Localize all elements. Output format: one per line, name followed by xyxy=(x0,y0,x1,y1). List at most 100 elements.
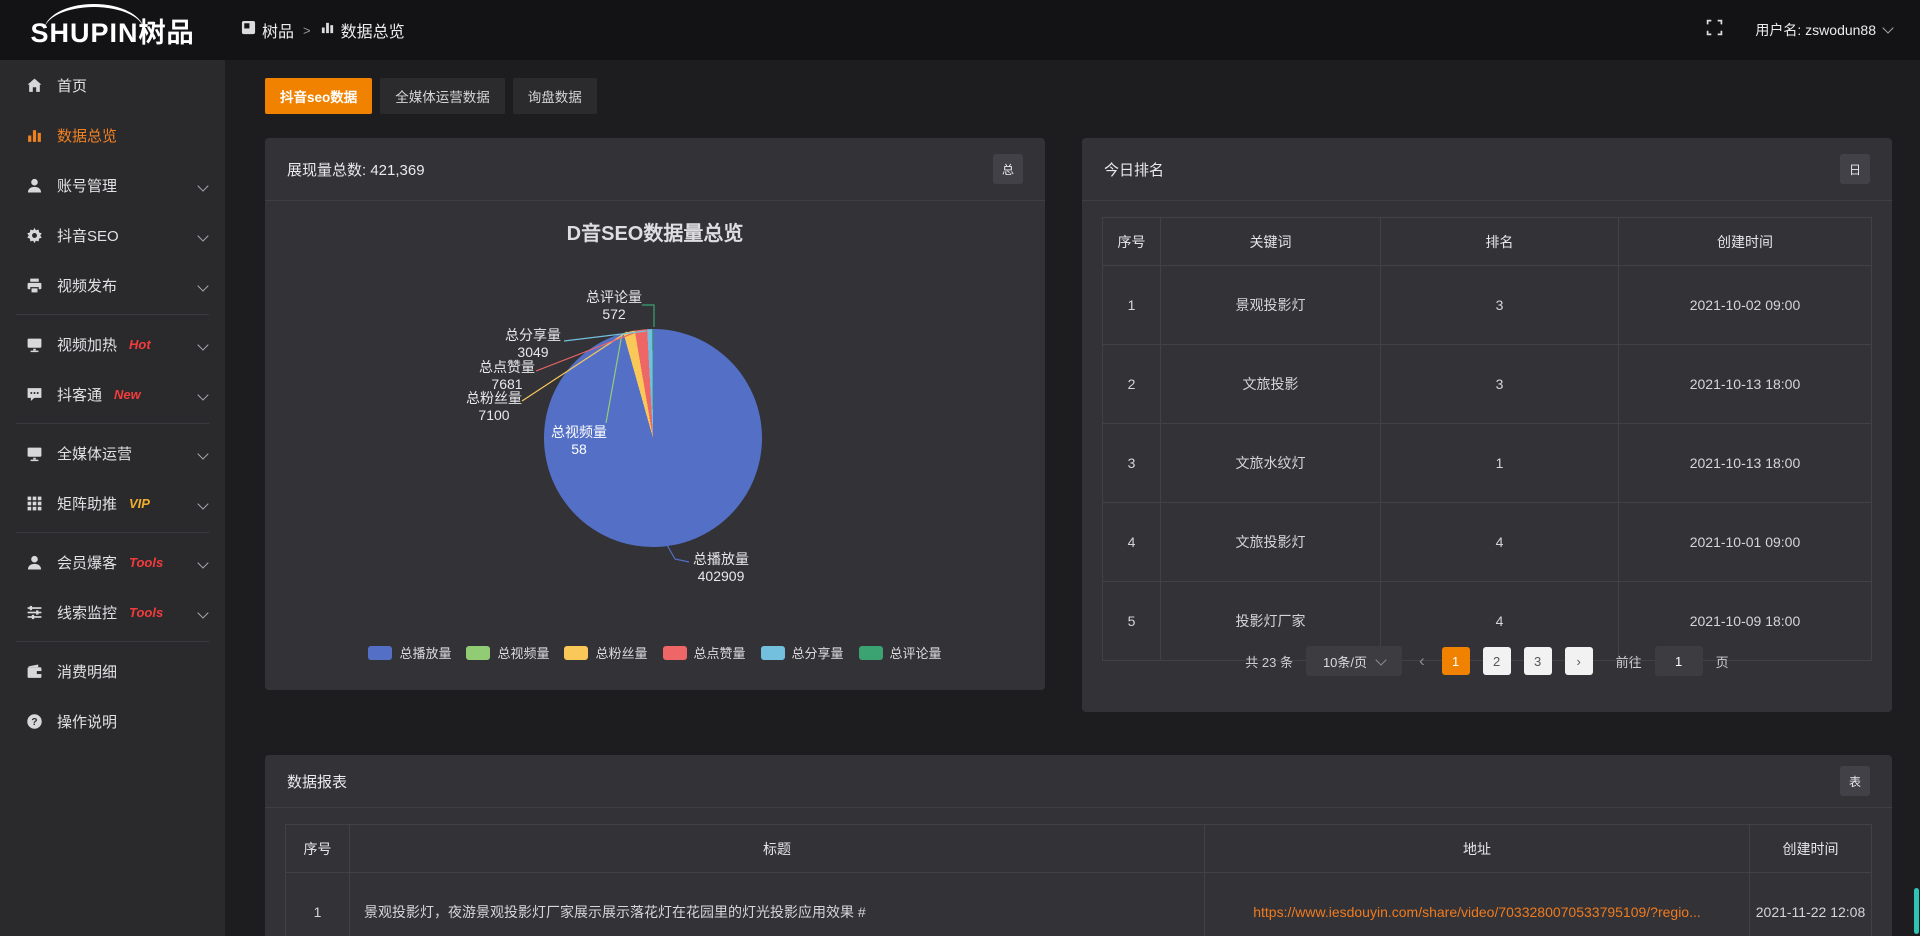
sidebar: 首页数据总览账号管理抖音SEO视频发布视频加热Hot抖客通New全媒体运营矩阵助… xyxy=(0,60,225,936)
pie-label-value: 7681 xyxy=(447,376,567,393)
table-cell: 4 xyxy=(1103,503,1161,582)
sidebar-item-video-publish[interactable]: 视频发布 xyxy=(0,260,225,310)
sidebar-item-label: 操作说明 xyxy=(57,711,117,732)
legend-item-总粉丝量[interactable]: 总粉丝量 xyxy=(564,643,647,662)
report-table-header: 序号标题地址创建时间 xyxy=(286,825,1872,873)
user-icon xyxy=(26,554,43,571)
pie-label-总粉丝量: 总粉丝量7100 xyxy=(434,390,554,424)
legend-item-总点赞量[interactable]: 总点赞量 xyxy=(663,643,746,662)
pie-label-name: 总播放量 xyxy=(661,551,781,568)
tab-3[interactable]: 询盘数据 xyxy=(513,78,597,114)
sidebar-item-media-operation[interactable]: 全媒体运营 xyxy=(0,428,225,478)
breadcrumb-item-current[interactable]: 数据总览 xyxy=(320,18,405,42)
column-header: 序号 xyxy=(286,825,350,873)
sidebar-item-operation-guide[interactable]: ?操作说明 xyxy=(0,696,225,746)
page-button-1[interactable]: 1 xyxy=(1442,647,1470,675)
legend-label: 总评论量 xyxy=(890,643,942,662)
table-cell: 2 xyxy=(1103,345,1161,424)
monitor-icon xyxy=(26,336,43,353)
sidebar-item-badge: Tools xyxy=(129,605,163,620)
legend-item-总视频量[interactable]: 总视频量 xyxy=(466,643,549,662)
page-scrollbar-thumb[interactable] xyxy=(1914,888,1919,934)
table-mode-button[interactable]: 表 xyxy=(1840,766,1870,796)
breadcrumb-item-home[interactable]: 树品 xyxy=(241,18,294,42)
ranking-title: 今日排名 xyxy=(1104,159,1164,180)
breadcrumb: 树品 > 数据总览 xyxy=(241,18,405,42)
table-cell: 4 xyxy=(1381,503,1619,582)
daily-mode-button[interactable]: 日 xyxy=(1840,154,1870,184)
chart-title: D音SEO数据量总览 xyxy=(265,217,1045,246)
page-size-select[interactable]: 10条/页 xyxy=(1306,646,1402,676)
report-title: 数据报表 xyxy=(287,771,347,792)
legend-item-总评论量[interactable]: 总评论量 xyxy=(859,643,942,662)
table-cell: 1 xyxy=(1103,266,1161,345)
pie-label-总评论量: 总评论量572 xyxy=(554,289,674,323)
fullscreen-icon[interactable] xyxy=(1706,19,1723,41)
legend-label: 总点赞量 xyxy=(694,643,746,662)
total-mode-button[interactable]: 总 xyxy=(993,154,1023,184)
ranking-table-header: 序号关键词排名创建时间 xyxy=(1103,218,1872,266)
sidebar-divider xyxy=(16,641,209,642)
sidebar-item-label: 视频发布 xyxy=(57,275,117,296)
page-button-3[interactable]: 3 xyxy=(1524,647,1552,675)
sidebar-divider xyxy=(16,532,209,533)
sidebar-item-label: 账号管理 xyxy=(57,175,117,196)
sidebar-item-label: 矩阵助推 xyxy=(57,493,117,514)
sidebar-item-badge: New xyxy=(114,387,141,402)
sidebar-item-member-baoke[interactable]: 会员爆客Tools xyxy=(0,537,225,587)
video-link[interactable]: https://www.iesdouyin.com/share/video/70… xyxy=(1253,904,1701,920)
page-button-2[interactable]: 2 xyxy=(1483,647,1511,675)
sidebar-item-badge: Hot xyxy=(129,337,151,352)
legend-item-总分享量[interactable]: 总分享量 xyxy=(761,643,844,662)
table-cell: 文旅投影灯 xyxy=(1161,503,1381,582)
sidebar-item-account-manage[interactable]: 账号管理 xyxy=(0,160,225,210)
user-menu[interactable]: 用户名: zswodun88 xyxy=(1755,20,1892,40)
column-header: 创建时间 xyxy=(1750,825,1872,873)
legend-item-总播放量[interactable]: 总播放量 xyxy=(368,643,451,662)
table-row: 3文旅水纹灯12021-10-13 18:00 xyxy=(1103,424,1872,503)
goto-suffix: 页 xyxy=(1716,652,1729,671)
tab-2[interactable]: 全媒体运营数据 xyxy=(380,78,505,114)
sidebar-item-douyin-seo[interactable]: 抖音SEO xyxy=(0,210,225,260)
data-tabs: 抖音seo数据全媒体运营数据询盘数据 xyxy=(265,78,597,114)
sidebar-item-label: 数据总览 xyxy=(57,125,117,146)
sidebar-item-video-heat[interactable]: 视频加热Hot xyxy=(0,319,225,369)
pie-label-name: 总分享量 xyxy=(473,327,593,344)
legend-label: 总粉丝量 xyxy=(595,643,647,662)
pagination-total: 共 23 条 xyxy=(1245,652,1293,671)
sidebar-item-home[interactable]: 首页 xyxy=(0,60,225,110)
goto-page-input[interactable] xyxy=(1655,646,1703,676)
next-page-button[interactable]: › xyxy=(1565,647,1593,675)
report-table: 序号标题地址创建时间 1景观投影灯，夜游景观投影灯厂家展示展示落花灯在花园里的灯… xyxy=(285,824,1872,936)
column-header: 关键词 xyxy=(1161,218,1381,266)
column-header: 排名 xyxy=(1381,218,1619,266)
goto-label: 前往 xyxy=(1616,652,1642,671)
impressions-total-label: 展现量总数: 421,369 xyxy=(287,159,425,180)
sidebar-item-badge: Tools xyxy=(129,555,163,570)
chevron-down-icon xyxy=(1882,22,1893,33)
sidebar-item-douketong[interactable]: 抖客通New xyxy=(0,369,225,419)
table-cell: 2021-10-13 18:00 xyxy=(1619,345,1872,424)
table-cell: 3 xyxy=(1103,424,1161,503)
sidebar-item-data-overview[interactable]: 数据总览 xyxy=(0,110,225,160)
ranking-panel-header: 今日排名 日 xyxy=(1082,138,1892,201)
pie-label-value: 3049 xyxy=(473,344,593,361)
legend-swatch xyxy=(663,646,687,660)
pagination: 共 23 条 10条/页 ‹ 123 › 前往 页 xyxy=(1082,646,1892,676)
table-row: 4文旅投影灯42021-10-01 09:00 xyxy=(1103,503,1872,582)
pie-label-总视频量: 总视频量58 xyxy=(519,424,639,458)
prev-page-button[interactable]: ‹ xyxy=(1415,651,1429,671)
url-cell: https://www.iesdouyin.com/share/video/70… xyxy=(1205,873,1750,936)
sidebar-item-consume-detail[interactable]: 消费明细 xyxy=(0,646,225,696)
sidebar-item-label: 首页 xyxy=(57,75,87,96)
overview-panel: 展现量总数: 421,369 总 D音SEO数据量总览 总播放量402909总视… xyxy=(265,138,1045,690)
tab-1[interactable]: 抖音seo数据 xyxy=(265,78,372,114)
chevron-down-icon xyxy=(197,498,208,509)
table-cell: 3 xyxy=(1381,266,1619,345)
sidebar-divider xyxy=(16,423,209,424)
sidebar-item-clue-monitor[interactable]: 线索监控Tools xyxy=(0,587,225,637)
main-content: 抖音seo数据全媒体运营数据询盘数据 展现量总数: 421,369 总 D音SE… xyxy=(225,60,1920,936)
pie-label-总分享量: 总分享量3049 xyxy=(473,327,593,361)
sidebar-divider xyxy=(16,314,209,315)
sidebar-item-matrix-boost[interactable]: 矩阵助推VIP xyxy=(0,478,225,528)
